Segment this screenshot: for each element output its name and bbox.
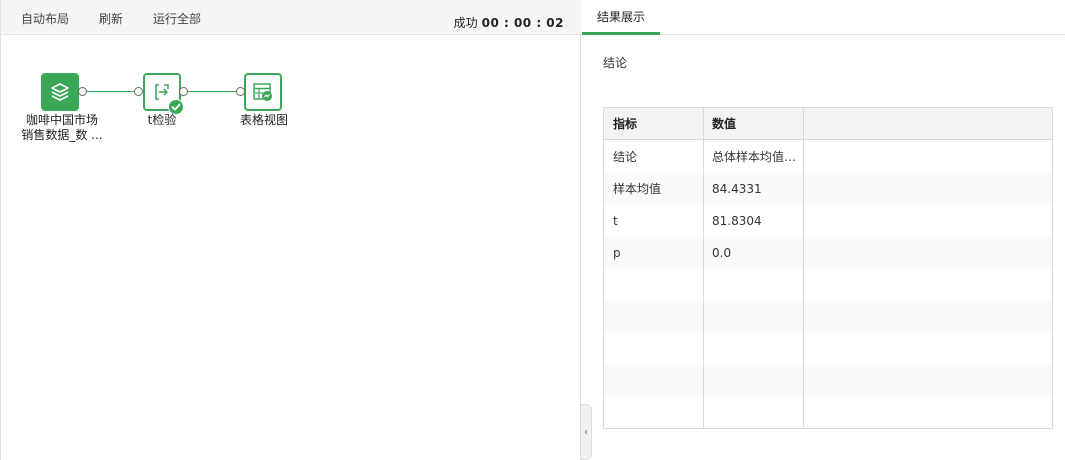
column-header-value: 数值 (712, 117, 737, 131)
table-row-empty (604, 333, 1052, 365)
table-row-empty (604, 269, 1052, 301)
table-row-empty (604, 301, 1052, 333)
table-header: 指标 数值 (604, 108, 1052, 140)
status-time: 00 : 00 : 02 (481, 16, 564, 30)
layers-icon (43, 75, 77, 109)
workflow-node-dataset[interactable] (41, 73, 79, 111)
table-row-empty (604, 365, 1052, 397)
table-view-icon (246, 75, 280, 109)
connection-wire (186, 91, 237, 92)
tab-result-display[interactable]: 结果展示 (582, 0, 660, 35)
result-table: 指标 数值 结论 总体样本均值… 样本均值 84.4331 t 81.8304 … (603, 107, 1053, 429)
table-row: 样本均值 84.4331 (604, 173, 1052, 205)
status-label: 成功 (453, 16, 478, 30)
table-cell: 84.4331 (712, 182, 762, 196)
input-port[interactable] (134, 87, 143, 96)
table-cell: 0.0 (712, 246, 732, 260)
conclusion-heading: 结论 (603, 56, 628, 70)
table-cell: p (613, 246, 621, 260)
node-label: 表格视图 (239, 113, 288, 127)
table-cell: 总体样本均值… (712, 150, 797, 164)
result-tabbar: 结果展示 (582, 0, 1065, 35)
node-label: 咖啡中国市场 销售数据_数 ... (21, 113, 103, 143)
table-cell: 结论 (613, 150, 638, 164)
result-pane: 结果展示 结论 指标 数值 结论 总体样本均值… 样本均值 84.4331 t … (582, 0, 1065, 460)
output-port[interactable] (179, 87, 188, 96)
refresh-button[interactable]: 刷新 (99, 10, 123, 27)
connection-wire (85, 91, 135, 92)
workflow-node-table-view[interactable] (244, 73, 282, 111)
table-row-empty (604, 397, 1052, 429)
auto-layout-button[interactable]: 自动布局 (21, 10, 69, 27)
node-label-line: 销售数据_数 ... (21, 128, 103, 142)
table-row: t 81.8304 (604, 205, 1052, 237)
column-header-metric: 指标 (613, 117, 638, 131)
table-row: 结论 总体样本均值… (604, 141, 1052, 173)
run-status: 成功 00 : 00 : 02 (454, 14, 564, 31)
column-divider (703, 108, 704, 428)
node-label: t检验 (147, 113, 177, 127)
output-port[interactable] (78, 87, 87, 96)
workflow-toolbar: 自动布局 刷新 运行全部 成功 00 : 00 : 02 (1, 0, 581, 35)
table-cell: t (613, 214, 618, 228)
table-row: p 0.0 (604, 237, 1052, 269)
table-cell: 81.8304 (712, 214, 762, 228)
table-cell: 样本均值 (613, 182, 662, 196)
run-all-button[interactable]: 运行全部 (153, 10, 201, 27)
column-divider (803, 108, 804, 428)
workflow-pane: 自动布局 刷新 运行全部 成功 00 : 00 : 02 咖啡中国市场 销售数据_… (0, 0, 581, 460)
node-label-line: 咖啡中国市场 (25, 113, 98, 127)
workflow-canvas[interactable]: 咖啡中国市场 销售数据_数 ... t检验 表格视图 (1, 36, 581, 460)
